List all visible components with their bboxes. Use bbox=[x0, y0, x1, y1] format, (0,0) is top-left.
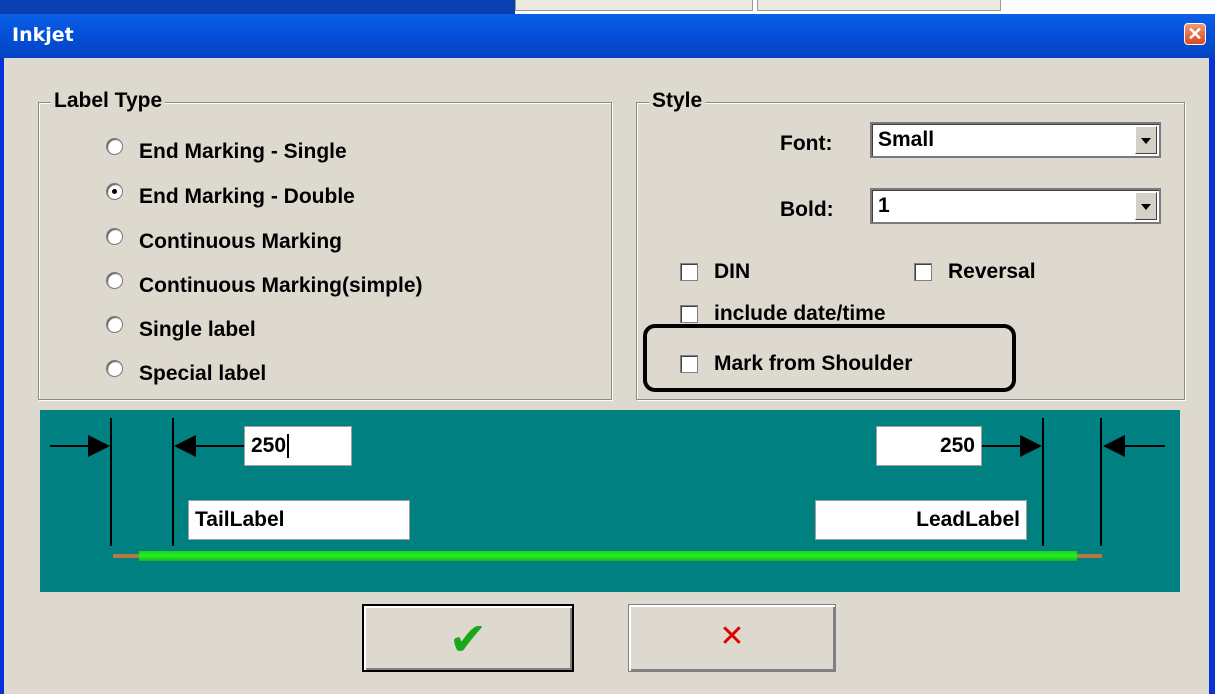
lead-label-input[interactable]: LeadLabel bbox=[815, 500, 1027, 540]
radio-icon bbox=[106, 228, 123, 245]
radio-label: Single label bbox=[139, 318, 256, 341]
checkbox-label: Reversal bbox=[948, 260, 1036, 283]
text-caret bbox=[287, 434, 290, 459]
font-label: Font: bbox=[780, 132, 833, 155]
dimension-line bbox=[982, 445, 1022, 447]
dimension-line bbox=[50, 445, 90, 447]
inkjet-dialog: Inkjet ✕ Label Type End Marking - Single… bbox=[0, 14, 1215, 694]
background-tab bbox=[757, 0, 1001, 11]
bold-label: Bold: bbox=[780, 198, 834, 221]
dialog-client-area: Label Type End Marking - Single End Mark… bbox=[4, 58, 1209, 694]
wire-tail-conductor bbox=[113, 554, 139, 558]
bold-select-value: 1 bbox=[878, 194, 890, 217]
radio-icon bbox=[106, 360, 123, 377]
wire-panel: 250 TailLabel 250 LeadLabel bbox=[40, 410, 1180, 592]
arrow-right-icon bbox=[1020, 435, 1042, 457]
arrow-right-icon bbox=[88, 435, 110, 457]
dimension-line bbox=[194, 445, 244, 447]
lead-label-value: LeadLabel bbox=[916, 508, 1020, 531]
label-type-title: Label Type bbox=[51, 89, 166, 113]
dimension-line bbox=[1123, 445, 1165, 447]
wire-lead-conductor bbox=[1076, 554, 1102, 558]
radio-icon bbox=[106, 272, 123, 289]
style-title: Style bbox=[649, 89, 706, 113]
tail-label-input[interactable]: TailLabel bbox=[188, 500, 410, 540]
tail-length-value: 250 bbox=[251, 434, 287, 457]
radio-selected-icon bbox=[106, 183, 123, 200]
ok-button[interactable]: ✔ bbox=[362, 604, 574, 672]
arrow-left-icon bbox=[1103, 435, 1125, 457]
radio-icon bbox=[106, 316, 123, 333]
font-select[interactable]: Small bbox=[870, 122, 1161, 158]
lead-length-value: 250 bbox=[939, 434, 975, 457]
highlight-annotation bbox=[643, 324, 1016, 392]
tail-label-value: TailLabel bbox=[195, 508, 285, 531]
radio-label: End Marking - Single bbox=[139, 140, 347, 163]
bold-select[interactable]: 1 bbox=[870, 188, 1161, 224]
window-title: Inkjet bbox=[12, 24, 74, 46]
lead-length-input[interactable]: 250 bbox=[876, 426, 982, 466]
checkbox-icon bbox=[680, 305, 698, 323]
close-button[interactable]: ✕ bbox=[1184, 23, 1206, 45]
checkbox-label: DIN bbox=[714, 260, 751, 283]
lead-mark-line bbox=[1042, 418, 1044, 546]
radio-label: End Marking - Double bbox=[139, 185, 355, 208]
font-select-value: Small bbox=[878, 128, 935, 151]
cancel-button[interactable]: ✕ bbox=[628, 604, 836, 672]
checkmark-icon: ✔ bbox=[448, 612, 488, 666]
tail-boundary-line bbox=[110, 418, 112, 546]
radio-label: Special label bbox=[139, 362, 267, 385]
background-strip bbox=[0, 0, 1215, 14]
radio-icon bbox=[106, 138, 123, 155]
chevron-down-icon[interactable] bbox=[1135, 192, 1157, 220]
radio-label: Continuous Marking bbox=[139, 230, 342, 253]
radio-label: Continuous Marking(simple) bbox=[139, 274, 423, 297]
checkbox-icon bbox=[914, 263, 932, 281]
tail-length-input[interactable]: 250 bbox=[244, 426, 352, 466]
cross-icon: ✕ bbox=[719, 619, 745, 654]
checkbox-icon bbox=[680, 263, 698, 281]
chevron-down-icon[interactable] bbox=[1135, 126, 1157, 154]
background-tab bbox=[515, 0, 753, 11]
close-icon: ✕ bbox=[1187, 24, 1203, 44]
background-window-bar bbox=[0, 0, 515, 14]
lead-boundary-line bbox=[1100, 418, 1102, 546]
checkbox-label: include date/time bbox=[714, 302, 886, 325]
wire-illustration bbox=[139, 551, 1077, 561]
arrow-left-icon bbox=[174, 435, 196, 457]
title-bar[interactable]: Inkjet ✕ bbox=[0, 14, 1215, 58]
